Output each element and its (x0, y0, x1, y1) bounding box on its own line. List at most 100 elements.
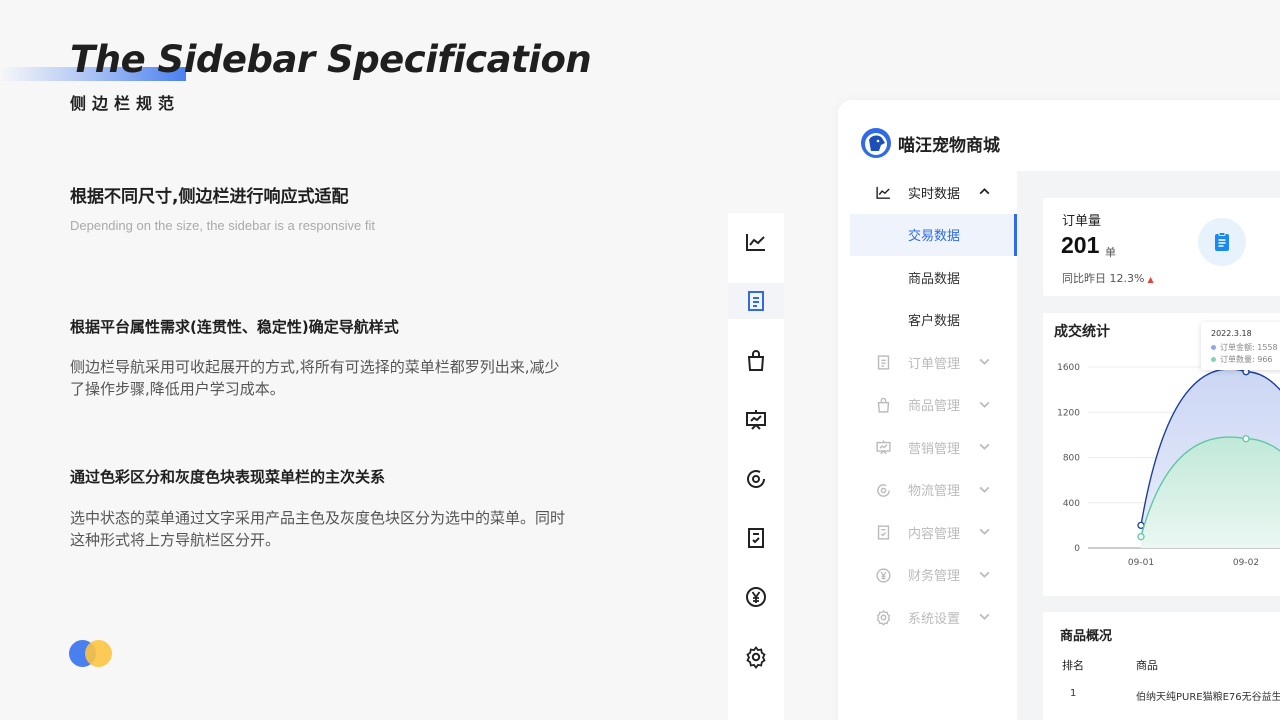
goods-overview-card: 商品概况 排名 商品 1 伯纳天纯PURE猫粮E76无谷益生 (1043, 612, 1280, 720)
stat-value: 201 (1061, 232, 1100, 258)
sidebar-item-label: 内容管理 (908, 526, 961, 542)
tooltip-amount: 订单金额: 1558 (1220, 343, 1278, 352)
mini-nav-goods[interactable] (728, 343, 784, 379)
clipboard-icon (1215, 232, 1229, 251)
mini-nav-realtime[interactable] (728, 224, 784, 260)
logistics-icon (877, 483, 890, 497)
x-tick-label: 09-01 (1128, 558, 1154, 568)
trend-up-icon: ▲ (1147, 275, 1154, 284)
brand-name: 喵汪宠物商城 (898, 135, 1000, 156)
legend-dot (1211, 345, 1216, 350)
chevron-down-icon (979, 528, 990, 535)
mini-nav-finance[interactable] (728, 579, 784, 615)
stat-unit: 单 (1105, 246, 1116, 259)
section-1-subtitle: Depending on the size, the sidebar is a … (70, 218, 375, 233)
chart-tooltip: 2022.3.18 订单金额: 1558 订单数量: 966 (1201, 322, 1280, 370)
section-3-body-line-1: 选中状态的菜单通过文字采用产品主色及灰度色块区分为选中的菜单。同时 (70, 509, 566, 527)
section-2-body-line-1: 侧边栏导航采用可收起展开的方式,将所有可选择的菜单栏都罗列出来,减少 (70, 358, 560, 376)
sidebar-item-label: 商品数据 (908, 271, 961, 287)
chevron-up-icon (979, 188, 990, 195)
collapsed-sidebar (728, 213, 784, 720)
presentation-icon (746, 410, 766, 430)
chart-title: 成交统计 (1054, 324, 1110, 340)
sidebar-item-goods[interactable]: 商品管理 (850, 384, 1017, 427)
section-2-heading: 根据平台属性需求(连贯性、稳定性)确定导航样式 (70, 318, 399, 336)
goods-header-name: 商品 (1136, 659, 1158, 672)
sidebar-item-label: 系统设置 (908, 611, 961, 627)
mini-nav-settings[interactable] (728, 639, 784, 675)
sidebar-item-orders[interactable]: 订单管理 (850, 341, 1017, 384)
document-icon (877, 355, 890, 370)
goods-row-name[interactable]: 伯纳天纯PURE猫粮E76无谷益生 (1136, 688, 1280, 703)
mini-nav-content[interactable] (728, 520, 784, 556)
sidebar-item-label: 物流管理 (908, 484, 961, 500)
sidebar-item-label: 订单管理 (908, 356, 961, 372)
app-window: 喵汪宠物商城 实时数据 交易数据 商品数据 客户数据 订单管理 商品管理 营销管… (838, 100, 1280, 720)
sidebar-item-label: 实时数据 (908, 186, 961, 202)
goods-row-rank: 1 (1070, 688, 1077, 699)
stat-icon-badge (1198, 218, 1246, 266)
bag-icon (747, 350, 765, 371)
sidebar-item-label: 商品管理 (908, 399, 961, 415)
x-tick-label: 09-02 (1233, 558, 1259, 568)
mini-nav-marketing[interactable] (728, 402, 784, 438)
deal-chart-card: 0 400 800 1200 1600 09-01 09-02 成交统计 2022.3.18… (1043, 313, 1280, 596)
gear-icon (746, 646, 766, 669)
brand-dots (69, 640, 119, 668)
section-1-heading: 根据不同尺寸,侧边栏进行响应式适配 (70, 187, 349, 207)
sidebar-item-goods-data[interactable]: 商品数据 (850, 256, 1017, 299)
tooltip-count: 订单数量: 966 (1220, 355, 1273, 364)
sidebar-item-label: 营销管理 (908, 441, 961, 457)
series-point (1137, 533, 1145, 541)
page-title: The Sidebar Specification (70, 38, 592, 81)
chevron-down-icon (979, 401, 990, 408)
chevron-down-icon (979, 358, 990, 365)
sidebar-item-label: 财务管理 (908, 569, 961, 585)
section-2-body: 侧边栏导航采用可收起展开的方式,将所有可选择的菜单栏都罗列出来,减少 了操作步骤… (70, 356, 610, 400)
chevron-down-icon (979, 571, 990, 578)
y-tick-label: 1200 (1057, 408, 1080, 418)
chevron-down-icon (979, 613, 990, 620)
section-3-body: 选中状态的菜单通过文字采用产品主色及灰度色块区分为选中的菜单。同时 这种形式将上… (70, 507, 610, 551)
document-icon (748, 291, 764, 311)
bag-icon (877, 397, 890, 413)
legend-dot (1211, 357, 1216, 362)
mini-nav-orders[interactable] (728, 283, 784, 319)
checklist-icon (748, 528, 764, 548)
sidebar-nav: 实时数据 交易数据 商品数据 客户数据 订单管理 商品管理 营销管理 物流管理 … (850, 171, 1017, 639)
yuan-icon (746, 587, 766, 607)
sidebar-item-finance[interactable]: 财务管理 (850, 554, 1017, 597)
stat-compare: 同比昨日 12.3% ▲ (1062, 270, 1154, 286)
mini-nav-logistics[interactable] (728, 461, 784, 497)
section-3-body-line-2: 这种形式将上方导航栏区分开。 (70, 531, 281, 549)
sidebar-item-trade-data[interactable]: 交易数据 (850, 213, 1017, 256)
sidebar-item-customer-data[interactable]: 客户数据 (850, 299, 1017, 342)
presentation-icon (876, 440, 891, 455)
order-stat-card: 订单量 201 单 同比昨日 12.3% ▲ (1043, 198, 1280, 296)
series-point (1242, 435, 1250, 443)
goods-header-rank: 排名 (1062, 659, 1084, 672)
y-tick-label: 400 (1063, 499, 1080, 509)
sidebar-item-label: 交易数据 (908, 229, 961, 245)
brand[interactable]: 喵汪宠物商城 (860, 127, 1000, 159)
stat-compare-text: 同比昨日 12.3% (1062, 272, 1145, 285)
y-tick-label: 0 (1074, 544, 1080, 554)
chart-icon (746, 234, 765, 251)
sidebar-item-logistics[interactable]: 物流管理 (850, 469, 1017, 512)
sidebar-item-content[interactable]: 内容管理 (850, 511, 1017, 554)
section-2-body-line-2: 了操作步骤,降低用户学习成本。 (70, 380, 285, 398)
chevron-down-icon (979, 443, 990, 450)
sidebar-item-marketing[interactable]: 营销管理 (850, 426, 1017, 469)
sidebar-item-label: 客户数据 (908, 314, 961, 330)
yuan-icon (876, 567, 891, 583)
goods-title: 商品概况 (1060, 629, 1113, 644)
page-subtitle: 侧边栏规范 (70, 94, 181, 113)
sidebar-item-settings[interactable]: 系统设置 (850, 596, 1017, 639)
logistics-icon (747, 470, 766, 488)
sidebar-item-realtime[interactable]: 实时数据 (850, 171, 1017, 214)
gear-icon (876, 609, 891, 626)
tooltip-row-count: 订单数量: 966 (1211, 354, 1273, 365)
main-content: 订单量 201 单 同比昨日 12.3% ▲ 0 400 800 1200 1600 09-… (1017, 171, 1280, 720)
y-tick-label: 800 (1063, 454, 1080, 464)
chevron-down-icon (979, 486, 990, 493)
